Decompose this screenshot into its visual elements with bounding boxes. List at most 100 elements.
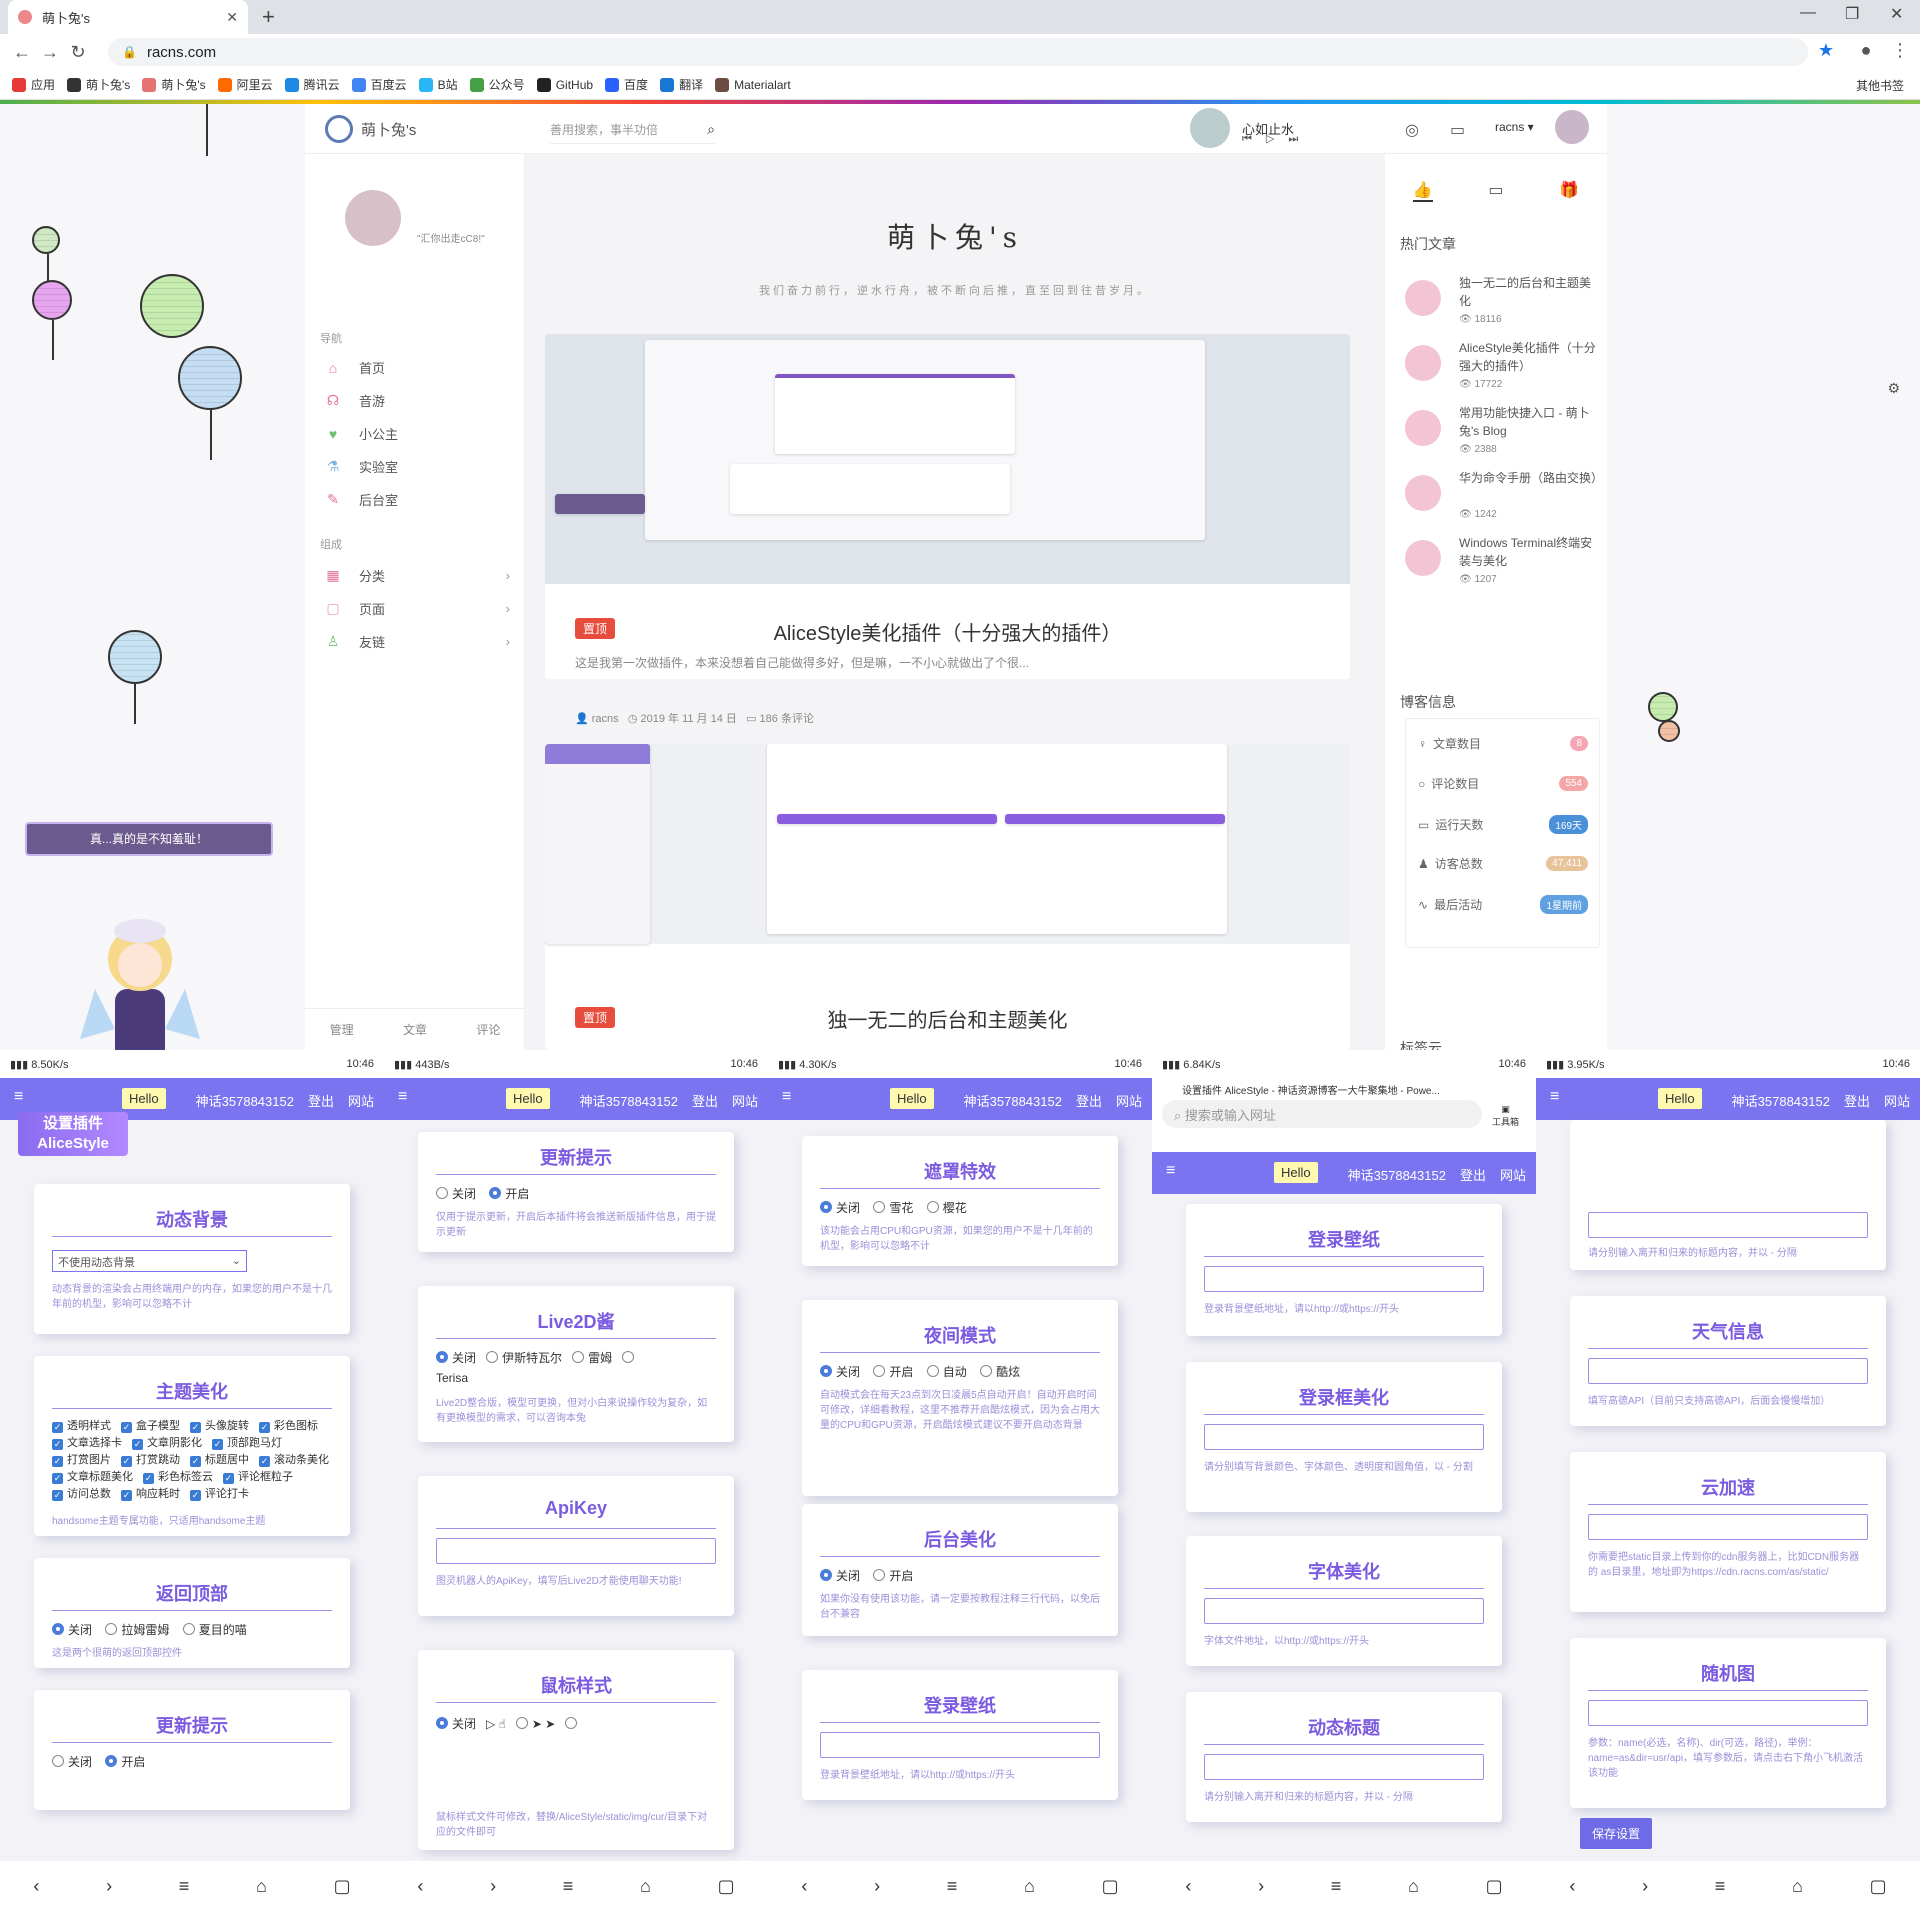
hamburger-icon[interactable]: ≡ [398, 1088, 407, 1106]
url-field[interactable]: 🔒 racns.com [108, 38, 1808, 66]
checkbox-checked-icon[interactable]: ✓ [121, 1490, 132, 1501]
checkbox-checked-icon[interactable]: ✓ [259, 1422, 270, 1433]
bookmark-star-icon[interactable]: ★ [1812, 40, 1840, 61]
nav-user[interactable]: 神话3578843152 [196, 1094, 294, 1109]
blog-logo[interactable]: 萌卜兔's [325, 112, 445, 146]
bookmark-item[interactable]: GitHub [536, 76, 593, 93]
hot-post-item[interactable]: Windows Terminal终端安装与美化 👁 1207 [1405, 534, 1600, 596]
back-icon[interactable]: ‹ [1185, 1876, 1191, 1897]
theme-checkbox[interactable]: ✓ 头像旋转 [190, 1420, 249, 1433]
footer-admin[interactable]: 管理 [330, 1021, 354, 1038]
hot-post-title[interactable]: 华为命令手册（路由交换） [1459, 469, 1603, 487]
cursor-style-1-icon[interactable]: ▷ ☝ [486, 1717, 506, 1731]
theme-checkbox[interactable]: ✓ 彩色图标 [259, 1420, 318, 1433]
target-icon[interactable]: ◎ [1405, 120, 1419, 140]
wallpaper-input[interactable] [1204, 1266, 1484, 1292]
back-icon[interactable]: ‹ [801, 1876, 807, 1897]
radio-on[interactable] [436, 1717, 448, 1729]
profile-icon[interactable]: ● [1852, 40, 1880, 61]
radio-on[interactable] [820, 1365, 832, 1377]
theme-checkbox[interactable]: ✓ 顶部跑马灯 [212, 1437, 282, 1450]
dynamic-title-input[interactable] [1588, 1212, 1868, 1238]
forward-icon[interactable]: › [1642, 1876, 1648, 1897]
restore-icon[interactable]: ❐ [1845, 4, 1859, 24]
post-title[interactable]: 独一无二的后台和主题美化 [545, 1004, 1350, 1033]
user-avatar[interactable] [1555, 110, 1589, 144]
nav-site[interactable]: 网站 [1116, 1094, 1142, 1109]
nav-user[interactable]: 神话3578843152 [1732, 1094, 1830, 1109]
radio-off[interactable] [873, 1365, 886, 1377]
nav-logout[interactable]: 登出 [1844, 1094, 1870, 1109]
hot-post-item[interactable]: 独一无二的后台和主题美化 👁 18116 [1405, 274, 1600, 336]
menu-icon[interactable]: ≡ [1715, 1876, 1726, 1897]
theme-checkbox[interactable]: ✓ 打赏图片 [52, 1454, 111, 1467]
theme-checkbox[interactable]: ✓ 评论打卡 [190, 1488, 249, 1501]
minimize-icon[interactable]: — [1800, 4, 1816, 22]
hot-post-item[interactable]: 常用功能快捷入口 - 萌卜兔's Blog 👁 2388 [1405, 404, 1600, 466]
menu-icon[interactable]: ≡ [1331, 1876, 1342, 1897]
post-comments[interactable]: 186 条评论 [760, 713, 814, 725]
theme-checkbox[interactable]: ✓ 透明样式 [52, 1420, 111, 1433]
phone-search-input[interactable]: ⌕ 搜索或输入网址 [1162, 1100, 1482, 1128]
theme-checkbox[interactable]: ✓ 文章选择卡 [52, 1437, 122, 1450]
hot-post-item[interactable]: AliceStyle美化插件（十分强大的插件） 👁 17722 [1405, 339, 1600, 401]
radio-off[interactable] [622, 1351, 635, 1363]
thumbs-up-icon[interactable]: 👍 [1412, 180, 1433, 202]
bookmark-item[interactable]: Materialart [715, 76, 791, 93]
tabs-icon[interactable]: ▢ [1102, 1876, 1119, 1897]
profile-avatar[interactable] [345, 190, 401, 246]
radio-off[interactable] [105, 1623, 118, 1635]
hamburger-icon[interactable]: ≡ [782, 1088, 791, 1106]
menu-icon[interactable]: ⋮ [1886, 40, 1914, 61]
hamburger-icon[interactable]: ≡ [14, 1088, 23, 1106]
forward-icon[interactable]: › [874, 1876, 880, 1897]
nav-site[interactable]: 网站 [732, 1094, 758, 1109]
radio-off[interactable] [565, 1717, 578, 1729]
footer-comments[interactable]: 评论 [476, 1021, 500, 1038]
checkbox-checked-icon[interactable]: ✓ [223, 1473, 234, 1484]
hot-post-title[interactable]: 常用功能快捷入口 - 萌卜兔's Blog [1459, 404, 1599, 440]
back-icon[interactable]: ‹ [33, 1876, 39, 1897]
hot-post-title[interactable]: 独一无二的后台和主题美化 [1459, 274, 1599, 310]
radio-on[interactable] [52, 1623, 64, 1635]
home-icon[interactable]: ⌂ [1024, 1876, 1035, 1897]
sidebar-item-3[interactable]: ⚗ 实验室 [325, 457, 510, 476]
radio-off[interactable] [926, 1201, 939, 1213]
radio-off[interactable] [873, 1569, 886, 1581]
radio-off[interactable] [572, 1351, 585, 1363]
tabs-icon[interactable]: ▢ [1486, 1876, 1503, 1897]
radio-off[interactable] [436, 1187, 448, 1199]
tabs-icon[interactable]: ▢ [718, 1876, 735, 1897]
save-settings-button[interactable]: 保存设置 [1580, 1818, 1653, 1849]
forward-icon[interactable]: › [1258, 1876, 1264, 1897]
other-bookmarks[interactable]: 其他书签 [1856, 77, 1904, 94]
back-icon[interactable]: ← [8, 42, 36, 63]
bookmark-item[interactable]: 公众号 [469, 76, 525, 93]
login-box-input[interactable] [1204, 1424, 1484, 1450]
cursor-style-2-icon[interactable]: ➤ ➤ [532, 1717, 555, 1731]
radio-off[interactable] [980, 1365, 993, 1377]
radio-off[interactable] [873, 1201, 886, 1213]
checkbox-checked-icon[interactable]: ✓ [52, 1422, 63, 1433]
close-tab-icon[interactable]: ✕ [226, 9, 238, 26]
group-item-2[interactable]: ♙ 友链 › [325, 632, 510, 651]
menu-icon[interactable]: ≡ [179, 1876, 190, 1897]
toolbox-button[interactable]: ▣ 工具箱 [1492, 1104, 1519, 1128]
theme-checkbox[interactable]: ✓ 彩色标签云 [143, 1471, 213, 1484]
bookmark-item[interactable]: 应用 [12, 76, 55, 93]
forward-icon[interactable]: › [106, 1876, 112, 1897]
radio-off[interactable] [52, 1755, 64, 1767]
checkbox-checked-icon[interactable]: ✓ [190, 1456, 201, 1467]
nav-site[interactable]: 网站 [348, 1094, 374, 1109]
tabs-icon[interactable]: ▢ [1870, 1876, 1887, 1897]
theme-checkbox[interactable]: ✓ 文章标题美化 [52, 1471, 133, 1484]
checkbox-checked-icon[interactable]: ✓ [52, 1490, 63, 1501]
hamburger-icon[interactable]: ≡ [1166, 1162, 1175, 1180]
weather-input[interactable] [1588, 1358, 1868, 1384]
checkbox-checked-icon[interactable]: ✓ [121, 1456, 132, 1467]
user-menu[interactable]: racns ▾ [1495, 120, 1534, 134]
bookmark-item[interactable]: B站 [418, 76, 458, 93]
bookmark-item[interactable]: 阿里云 [217, 76, 273, 93]
theme-checkbox[interactable]: ✓ 文章阴影化 [132, 1437, 202, 1450]
theme-checkbox[interactable]: ✓ 打赏跳动 [121, 1454, 180, 1467]
